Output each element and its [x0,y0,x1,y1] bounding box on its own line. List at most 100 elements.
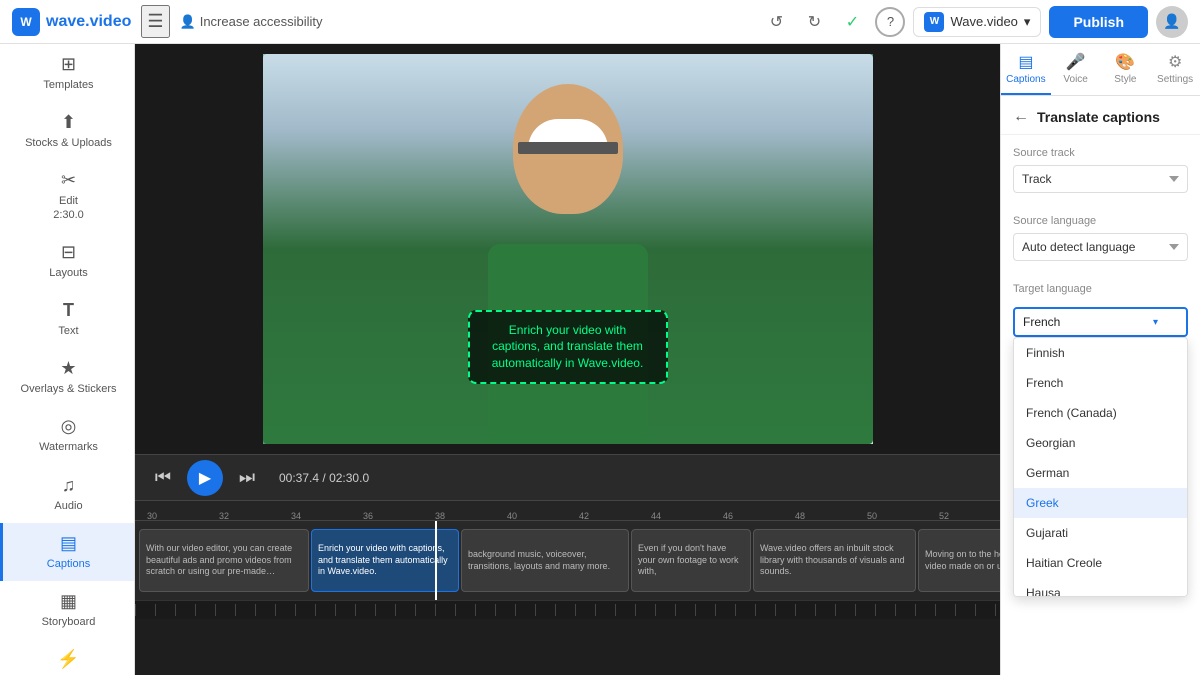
voice-tab-icon: 🎤 [1066,52,1086,72]
sidebar-item-text[interactable]: Text [0,290,134,348]
sidebar-label-storyboard: Storyboard [42,616,96,629]
source-track-section: Source track Track [1001,135,1200,193]
dropdown-item-french[interactable]: French [1014,368,1187,398]
ruler-mark: 40 [507,511,517,521]
tab-voice[interactable]: 🎤 Voice [1051,44,1101,95]
ruler-mark: 48 [795,511,805,521]
tab-style-label: Style [1114,74,1136,85]
sidebar-label-audio: Audio [54,500,82,513]
tab-settings-label: Settings [1157,74,1193,85]
captions-icon [60,533,77,554]
timeline-caption-track: With our video editor, you can create be… [135,521,1000,601]
ruler-mark: 52 [939,511,949,521]
ruler-mark: 34 [291,511,301,521]
style-tab-icon: 🎨 [1115,52,1135,72]
clip-text-5: Wave.video offers an inbuilt stock libra… [760,543,909,578]
clip-3[interactable]: background music, voiceover, transitions… [461,529,629,592]
sidebar-item-edit[interactable]: Edit2:30.0 [0,160,134,231]
sidebar-item-overlays[interactable]: Overlays & Stickers [0,348,134,406]
dropdown-item-french-canada[interactable]: French (Canada) [1014,398,1187,428]
canvas-area: Enrich your video with captions, and tra… [135,44,1000,500]
dropdown-item-haitian-creole[interactable]: Haitian Creole [1014,548,1187,578]
target-language-dropdown[interactable]: French ▾ Finnish French French (Canada) … [1013,307,1188,337]
dropdown-selected[interactable]: French ▾ [1013,307,1188,337]
person-visor-band [518,142,618,154]
dropdown-item-hausa[interactable]: Hausa [1014,578,1187,597]
tab-captions-label: Captions [1006,74,1045,85]
storyboard-icon [60,591,77,612]
person-head [513,84,623,214]
source-track-select[interactable]: Track [1013,165,1188,193]
sidebar-item-watermarks[interactable]: Watermarks [0,406,134,464]
accessibility-button[interactable]: 👤 Increase accessibility [180,14,323,30]
sidebar-item-enhancers[interactable]: Enhancers [0,639,134,675]
clip-5[interactable]: Wave.video offers an inbuilt stock libra… [753,529,916,592]
clip-text-2: Enrich your video with captions, and tra… [318,543,452,578]
skip-back-button[interactable]: ⏮ [147,462,179,494]
sidebar-item-templates[interactable]: Templates [0,44,134,102]
check-button[interactable]: ✓ [837,7,867,37]
caption-clips: With our video editor, you can create be… [135,529,1000,592]
ruler-mark: 44 [651,511,661,521]
play-button[interactable]: ▶ [187,460,223,496]
time-separator: / [322,471,325,485]
tab-style[interactable]: 🎨 Style [1101,44,1151,95]
clip-text-6: Moving on to the hosting. Every video ma… [925,549,1000,572]
skip-forward-button[interactable]: ⏭ [231,462,263,494]
dropdown-item-german[interactable]: German [1014,458,1187,488]
sidebar-item-layouts[interactable]: Layouts [0,232,134,290]
ruler-mark: 46 [723,511,733,521]
sidebar-item-storyboard[interactable]: Storyboard [0,581,134,639]
playhead [435,521,437,600]
hamburger-button[interactable]: ☰ [141,5,169,38]
tab-voice-label: Voice [1063,74,1087,85]
dropdown-item-georgian[interactable]: Georgian [1014,428,1187,458]
sidebar-item-stocks[interactable]: Stocks & Uploads [0,102,134,160]
stocks-icon [61,112,76,133]
layouts-icon [61,242,76,263]
video-container: Enrich your video with captions, and tra… [135,44,1000,454]
video-person [263,54,873,444]
playback-controls: ⏮ ▶ ⏭ 00:37.4 / 02:30.0 [135,454,1000,500]
workspace-chevron: ▾ [1024,14,1031,30]
dropdown-chevron-icon: ▾ [1153,317,1158,328]
time-display: 00:37.4 / 02:30.0 [279,471,369,485]
clip-6[interactable]: Moving on to the hosting. Every video ma… [918,529,1000,592]
publish-button[interactable]: Publish [1049,6,1148,38]
translate-title: Translate captions [1037,109,1160,125]
sidebar-item-audio[interactable]: Audio [0,465,134,523]
sidebar-label-stocks: Stocks & Uploads [25,137,112,150]
clip-1[interactable]: With our video editor, you can create be… [139,529,309,592]
source-track-label: Source track [1013,147,1188,159]
back-button[interactable]: ← [1013,108,1029,126]
redo-button[interactable]: ↻ [799,7,829,37]
right-panel-tabs: ▤ Captions 🎤 Voice 🎨 Style ⚙ Settings [1001,44,1200,96]
tab-captions[interactable]: ▤ Captions [1001,44,1051,95]
target-language-section: Target language [1001,271,1200,295]
clip-text-3: background music, voiceover, transitions… [468,549,622,572]
undo-button[interactable]: ↺ [761,7,791,37]
help-button[interactable]: ? [875,7,905,37]
source-language-select[interactable]: Auto detect language [1013,233,1188,261]
sidebar-label-edit: Edit2:30.0 [53,195,84,221]
dropdown-item-greek[interactable]: Greek [1014,488,1187,518]
ruler-mark: 36 [363,511,373,521]
tab-settings[interactable]: ⚙ Settings [1150,44,1200,95]
time-total: 02:30.0 [329,471,369,485]
text-icon [63,300,74,321]
topbar: W wave.video ☰ 👤 Increase accessibility … [0,0,1200,44]
accessibility-icon: 👤 [180,14,196,30]
sidebar-item-captions[interactable]: Captions [0,523,134,581]
workspace-name: Wave.video [950,14,1017,29]
translate-header: ← Translate captions [1001,96,1200,135]
dropdown-item-finnish[interactable]: Finnish [1014,338,1187,368]
main-area: Templates Stocks & Uploads Edit2:30.0 La… [0,44,1200,675]
target-language-label: Target language [1013,283,1188,295]
dropdown-item-gujarati[interactable]: Gujarati [1014,518,1187,548]
workspace-selector[interactable]: W Wave.video ▾ [913,7,1041,37]
sidebar-label-templates: Templates [43,79,93,92]
ruler-mark: 30 [147,511,157,521]
dropdown-list: Finnish French French (Canada) Georgian … [1013,337,1188,597]
clip-4[interactable]: Even if you don't have your own footage … [631,529,751,592]
sidebar-label-captions: Captions [47,558,90,571]
